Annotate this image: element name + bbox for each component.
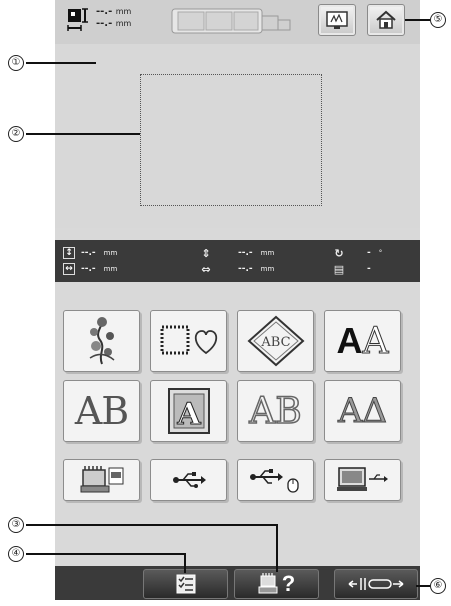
category-greek-alphabet-button[interactable]: AΔ [324,380,401,442]
pattern-size-icon [67,8,88,31]
callout-1: ① [8,55,24,71]
pattern-size-readout: --.- mm --.- mm [96,6,166,30]
offset-h-unit: mm [260,265,275,273]
size-unit: mm [115,19,132,28]
leader-line-4 [26,553,186,555]
offset-v-unit: mm [260,249,275,257]
checklist-icon [176,574,195,594]
info-color-count: ▤ - [333,262,371,276]
leader-line-4-vertical [184,553,186,573]
greek-alphabet-label: AΔ [337,391,388,432]
usb-icon [172,472,206,488]
leader-line-3-vertical [276,524,278,572]
help-question-label: ? [281,571,296,596]
floral-pattern-icon [89,317,114,365]
size-unit: mm [115,7,132,16]
home-button[interactable] [367,4,405,36]
view-change-button[interactable] [318,4,356,36]
callout-5: ⑤ [430,12,446,28]
angle-value: - [367,248,371,258]
category-frame-shapes-button[interactable] [150,310,227,372]
vertical-offset-icon: ⇕ [201,246,211,260]
callout-2: ② [8,126,24,142]
thread-spool-icon: ▤ [333,262,345,276]
category-monogram-button[interactable]: ABC [237,310,314,372]
preview-icon [326,11,348,29]
pattern-info-strip: ↕ --.- mm ↔ --.- mm ⇕ --.- mm ⇔ --.- mm ↻ - °… [55,240,420,282]
usb-media-button[interactable] [150,459,227,501]
decorative-alphabet-label: AB [74,389,129,433]
home-icon [376,10,396,29]
width-value: --.- [81,264,96,274]
leader-line-6 [416,585,430,587]
info-width: ↔ --.- mm [63,262,117,276]
hoop-move-button[interactable] [334,569,418,599]
category-alphabet-fonts-button[interactable]: AA [324,310,401,372]
category-floral-alphabet-button[interactable]: A [150,380,227,442]
size-width-value: --.- [96,18,113,29]
floral-alphabet-label: A [176,397,201,432]
callout-6: ⑥ [430,578,446,594]
leader-line-1 [26,62,96,64]
horizontal-offset-icon: ⇔ [201,262,211,276]
angle-unit: ° [378,249,383,257]
width-icon: ↔ [63,263,75,275]
computer-usb-icon [336,467,388,491]
embroidery-area-outline [140,74,322,206]
monogram-diamond-icon: ABC [246,315,305,367]
computer-link-button[interactable] [324,459,401,501]
usb-mouse-button[interactable] [237,459,314,501]
info-angle: ↻ - ° [333,246,382,260]
alphabet-fonts-label: AA [336,320,390,363]
category-decorative-alphabet-button[interactable]: AB [63,380,140,442]
monogram-label: ABC [260,335,290,350]
callout-3: ③ [8,517,24,533]
width-unit: mm [103,265,118,273]
height-unit: mm [103,249,118,257]
offset-h-value: --.- [238,264,253,274]
frame-shapes-icon [160,325,217,355]
height-value: --.- [81,248,96,258]
floral-alphabet-icon: A [167,388,210,434]
offset-v-value: --.- [238,248,253,258]
leader-line-2 [26,133,140,135]
info-height: ↕ --.- mm [63,246,117,260]
leader-line-3 [26,524,278,526]
category-floral-pattern-button[interactable] [63,310,140,372]
info-offset-horizontal: ⇔ --.- mm [200,262,274,276]
outline-alphabet-label: AB [249,390,303,433]
color-count-value: - [367,264,371,274]
info-offset-vertical: ⇕ --.- mm [200,246,274,260]
embroidery-machine-help-icon [258,573,278,594]
machine-help-button[interactable]: ? [234,569,319,599]
callout-4: ④ [8,546,24,562]
rotation-icon: ↻ [334,246,344,260]
screen-root: --.- mm --.- mm ↕ --.- mm ↔ --.- mm ⇕ --… [0,0,451,606]
machine-memory-button[interactable] [63,459,140,501]
usb-mouse-icon [249,469,299,493]
move-frame-icon [348,578,404,590]
embroidery-machine-icon [80,466,123,493]
category-outline-alphabet-button[interactable]: AB [237,380,314,442]
size-height-value: --.- [96,6,113,17]
leader-line-5 [405,19,430,21]
embroidery-frame-indicator-icon [171,8,291,34]
height-icon: ↕ [63,247,75,259]
tutorial-checklist-button[interactable] [143,569,228,599]
